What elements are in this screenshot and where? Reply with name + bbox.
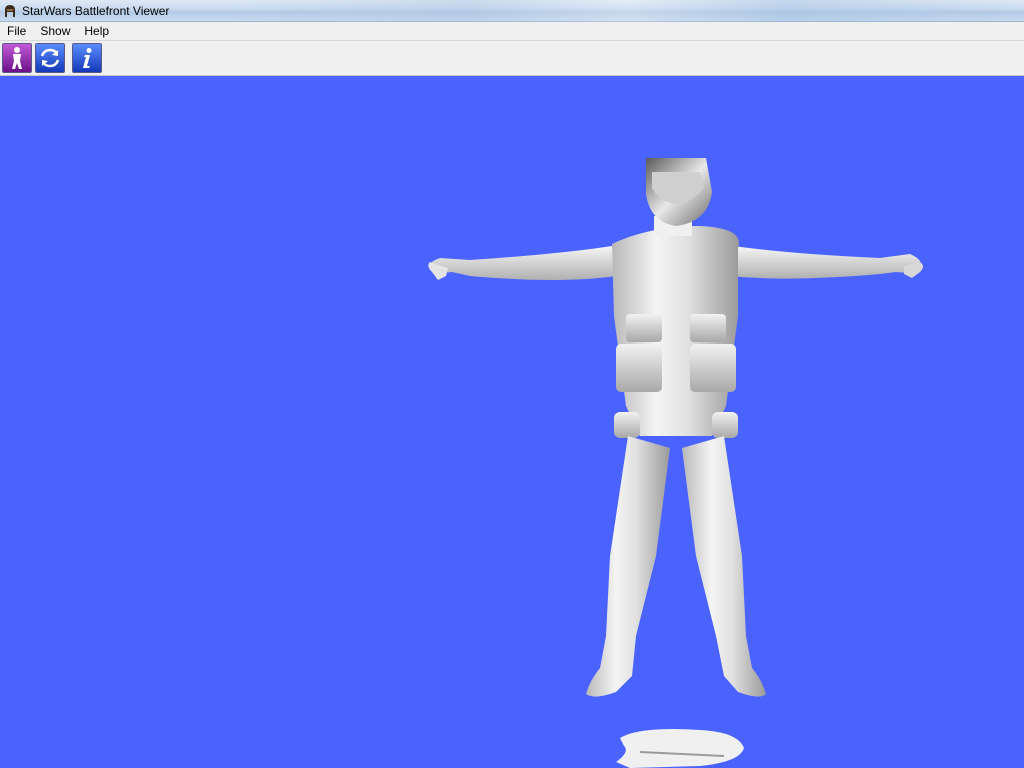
rotate-icon [36,44,64,72]
info-icon [73,44,101,72]
3d-viewport[interactable] [0,76,1024,768]
menu-bar: File Show Help [0,22,1024,41]
helmet-icon [2,3,18,19]
soldier-model [428,158,923,768]
person-icon [3,44,31,72]
menu-show[interactable]: Show [33,22,77,41]
show-model-button[interactable] [2,43,32,73]
info-button[interactable] [72,43,102,73]
menu-file[interactable]: File [0,22,33,41]
toolbar [0,41,1024,76]
app-window: StarWars Battlefront Viewer File Show He… [0,0,1024,768]
rotate-button[interactable] [35,43,65,73]
titlebar-glare [230,0,1024,22]
menu-help[interactable]: Help [77,22,116,41]
window-title: StarWars Battlefront Viewer [22,3,170,18]
title-bar[interactable]: StarWars Battlefront Viewer [0,0,1024,22]
